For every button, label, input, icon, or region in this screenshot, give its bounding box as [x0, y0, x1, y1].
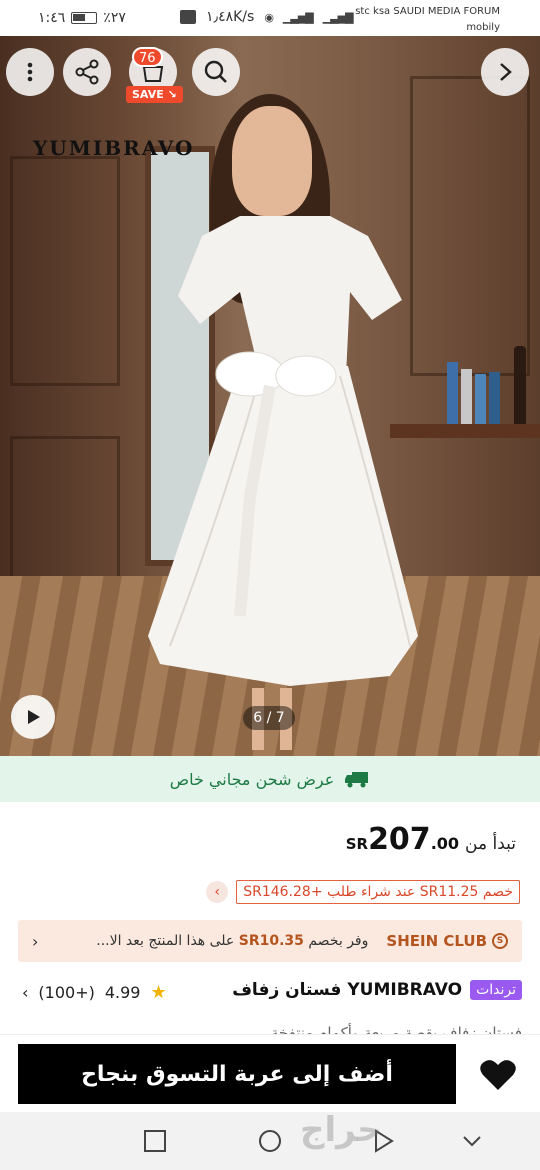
- chevron-left-icon: ‹: [22, 983, 29, 1002]
- play-icon: [28, 710, 40, 724]
- book: [489, 372, 500, 424]
- share-icon: [75, 59, 99, 85]
- play-video-button[interactable]: [11, 695, 55, 739]
- status-mid: ١٫٤٨K/s ◉ ▁▃▅▇ ▁▃▅▇: [180, 9, 354, 25]
- book: [461, 369, 472, 424]
- chevron-down-icon[interactable]: [460, 1129, 484, 1153]
- brand-logo: YUMIBRAVO: [33, 136, 195, 160]
- back-button[interactable]: [481, 48, 529, 96]
- club-s-icon: S: [492, 933, 508, 949]
- bottle: [514, 346, 526, 424]
- search-icon: [204, 60, 227, 83]
- white-dress: [148, 216, 418, 750]
- price-prefix: تبدأ من: [465, 834, 516, 854]
- carrier-info: stc ksa SAUDI MEDIA FORUM mobily: [355, 4, 500, 36]
- price-currency: SR: [345, 835, 369, 853]
- chevron-right-icon: [500, 63, 512, 81]
- price-integer: 207: [368, 822, 431, 857]
- discount-tag[interactable]: خصم SR11.25 عند شراء طلب +SR146.28: [236, 880, 520, 904]
- chevron-left-icon[interactable]: ‹: [32, 932, 38, 951]
- club-logo-text: SHEIN CLUB: [386, 932, 487, 950]
- review-count: (100+): [38, 983, 95, 1002]
- truck-icon: [345, 772, 369, 788]
- network-speed: ١٫٤٨K/s: [206, 9, 255, 25]
- notification-icon: [180, 10, 196, 24]
- more-options-button[interactable]: [6, 48, 54, 96]
- product-description: فستان زفاف بقصة مربعة وأكمام منتفخة: [270, 1024, 522, 1034]
- signal-icon-2: ▁▃▅▇: [322, 10, 354, 24]
- chevron-right-icon[interactable]: ›: [206, 881, 229, 903]
- watermark-logo: حراج: [300, 1110, 382, 1150]
- heart-icon: [480, 1060, 516, 1090]
- wishlist-button[interactable]: [478, 1055, 518, 1095]
- price-value: SR207.00: [346, 822, 459, 857]
- save-label: SAVE: [132, 88, 164, 101]
- system-nav-bar: [0, 1112, 540, 1170]
- club-text-post: على هذا المنتج بعد الا...: [96, 933, 239, 949]
- more-vertical-icon: [27, 62, 33, 82]
- wall-panel: [10, 156, 120, 386]
- recent-apps-icon[interactable]: [143, 1129, 167, 1153]
- add-to-cart-button[interactable]: أضف إلى عربة التسوق بنجاح: [18, 1044, 456, 1104]
- battery-level: ٪٢٧: [103, 10, 126, 26]
- book: [475, 374, 486, 424]
- image-counter: 6 / 7: [243, 706, 295, 730]
- carrier-name: stc ksa SAUDI MEDIA FORUM: [355, 6, 500, 17]
- signal-icon: ▁▃▅▇: [282, 10, 314, 24]
- carrier-name-2: mobily: [466, 22, 500, 33]
- star-icon: ★: [150, 982, 167, 1003]
- shein-club-banner[interactable]: SHEIN CLUB S وفر بخصم SR10.35 على هذا ال…: [18, 920, 522, 962]
- clock: ١:٤٦: [38, 10, 66, 26]
- bottom-action-bar: أضف إلى عربة التسوق بنجاح: [0, 1034, 540, 1112]
- status-bar: ١:٤٦ ٪٢٧ ١٫٤٨K/s ◉ ▁▃▅▇ ▁▃▅▇ stc ksa SAU…: [0, 0, 540, 36]
- battery-icon: [71, 12, 98, 24]
- free-shipping-banner[interactable]: عرض شحن مجاني خاص: [0, 756, 540, 802]
- discount-row[interactable]: خصم SR11.25 عند شراء طلب +SR146.28 ›: [206, 880, 520, 904]
- shipping-text: عرض شحن مجاني خاص: [169, 769, 335, 789]
- rating-summary[interactable]: ‹ (100+) 4.99 ★: [22, 982, 167, 1003]
- home-icon[interactable]: [258, 1129, 282, 1153]
- share-button[interactable]: [63, 48, 111, 96]
- cart-count-badge: 76: [132, 47, 163, 67]
- price-decimal: .00: [430, 834, 460, 853]
- rating-value: 4.99: [104, 983, 141, 1002]
- search-button[interactable]: [192, 48, 240, 96]
- shein-club-logo: SHEIN CLUB S: [386, 932, 508, 950]
- book: [447, 362, 458, 424]
- club-text-pre: وفر بخصم: [303, 933, 369, 949]
- save-badge: SAVE ↘: [126, 86, 183, 103]
- product-title-row: ترندات YUMIBRAVO فستان زفاف: [232, 980, 522, 1000]
- wifi-icon: ◉: [264, 10, 274, 24]
- product-title: YUMIBRAVO فستان زفاف: [232, 980, 463, 1000]
- model-head: [232, 106, 312, 216]
- price-row: تبدأ من SR207.00: [346, 822, 516, 857]
- club-amount: SR10.35: [238, 933, 304, 949]
- club-text: وفر بخصم SR10.35 على هذا المنتج بعد الا.…: [96, 933, 368, 949]
- status-left: ١:٤٦ ٪٢٧: [38, 10, 126, 26]
- trend-badge: ترندات: [470, 980, 522, 1000]
